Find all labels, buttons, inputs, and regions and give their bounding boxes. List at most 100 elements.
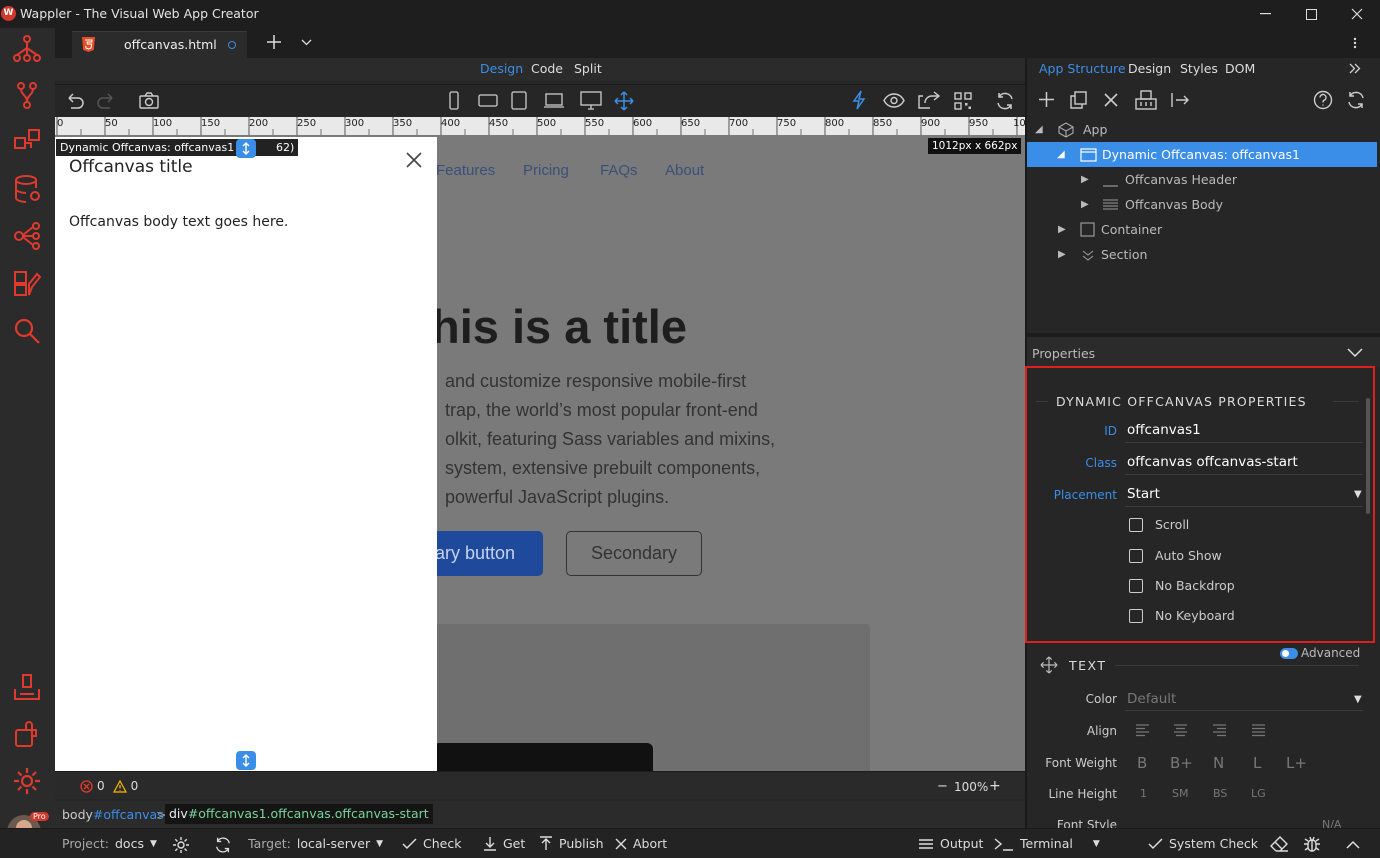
abort-button[interactable]: Abort xyxy=(615,836,667,851)
refresh-structure-icon[interactable] xyxy=(1346,90,1366,110)
screenshot-icon[interactable] xyxy=(139,92,159,109)
secondary-button[interactable]: Secondary xyxy=(566,531,702,576)
duplicate-icon[interactable] xyxy=(1070,91,1087,109)
desktop-view-icon[interactable] xyxy=(580,91,602,110)
offcanvas-panel[interactable]: Offcanvas title Offcanvas body text goes… xyxy=(55,137,437,771)
project-selector[interactable]: Project: docs ▼ xyxy=(62,836,157,851)
align-center-icon[interactable] xyxy=(1173,724,1188,737)
auto-show-checkbox[interactable]: Auto Show xyxy=(1129,548,1222,563)
chevron-down-icon[interactable]: ▼ xyxy=(1354,694,1362,705)
expand-arrow-icon[interactable]: ▶ xyxy=(1058,224,1072,235)
mobile-landscape-icon[interactable] xyxy=(478,93,498,108)
dynamic-events-icon[interactable] xyxy=(852,90,866,110)
mode-split[interactable]: Split xyxy=(574,61,602,76)
tree-item-offcanvas-header[interactable]: ▶ Offcanvas Header xyxy=(1027,167,1377,192)
output-button[interactable]: Output xyxy=(918,836,983,851)
close-window-button[interactable] xyxy=(1334,0,1380,28)
align-justify-icon[interactable] xyxy=(1251,724,1266,737)
undo-icon[interactable] xyxy=(64,91,84,109)
routing-icon[interactable] xyxy=(8,122,46,160)
chevron-down-icon[interactable]: ▼ xyxy=(1354,489,1362,500)
weight-lighter[interactable]: L+ xyxy=(1286,754,1307,772)
tree-item-section[interactable]: ▶ Section xyxy=(1027,242,1377,267)
target-selector[interactable]: Target: local-server ▼ xyxy=(248,836,383,851)
terminal-button[interactable]: Terminal ▼ xyxy=(994,836,1100,851)
tab-styles[interactable]: Styles xyxy=(1180,61,1218,76)
tree-item-offcanvas-body[interactable]: ▶ Offcanvas Body xyxy=(1027,192,1377,217)
no-keyboard-checkbox[interactable]: No Keyboard xyxy=(1129,608,1235,623)
nav-link-about[interactable]: About xyxy=(665,162,704,179)
tab-list-chevron-icon[interactable] xyxy=(301,39,312,46)
tree-item-offcanvas[interactable]: ◢ Dynamic Offcanvas: offcanvas1 xyxy=(1027,142,1377,167)
expand-toggle-icon[interactable]: ◢ xyxy=(1035,124,1049,135)
tab-design[interactable]: Design xyxy=(1128,61,1171,76)
scrollbar-thumb[interactable] xyxy=(1366,398,1370,514)
settings-icon[interactable] xyxy=(8,762,46,800)
weight-bolder[interactable]: B+ xyxy=(1170,754,1193,772)
bug-icon[interactable] xyxy=(1303,835,1321,853)
redo-icon[interactable] xyxy=(97,91,117,109)
nav-link-features[interactable]: Features xyxy=(436,162,495,179)
api-icon[interactable] xyxy=(8,216,46,254)
mode-design[interactable]: Design xyxy=(480,61,523,76)
scroll-checkbox[interactable]: Scroll xyxy=(1129,517,1189,532)
project-settings-icon[interactable] xyxy=(172,836,190,854)
full-width-icon[interactable] xyxy=(614,91,634,111)
tablet-view-icon[interactable] xyxy=(510,91,528,110)
advanced-toggle[interactable] xyxy=(1280,648,1298,659)
zoom-in-button[interactable]: + xyxy=(989,778,1001,794)
move-element-icon[interactable] xyxy=(1171,92,1189,108)
expand-toggle-icon[interactable]: ◢ xyxy=(1057,149,1071,160)
expand-arrow-icon[interactable]: ▶ xyxy=(1081,199,1095,210)
nav-link-pricing[interactable]: Pricing xyxy=(523,162,569,179)
new-tab-button[interactable] xyxy=(266,34,282,50)
git-icon[interactable] xyxy=(8,76,46,114)
checkbox[interactable] xyxy=(1129,517,1143,532)
help-icon[interactable] xyxy=(1313,90,1333,110)
publish-button[interactable]: Publish xyxy=(539,836,604,851)
breadcrumb-current[interactable]: div#offcanvas1.offcanvas.offcanvas-start xyxy=(165,804,433,824)
tree-item-app[interactable]: ◢ App xyxy=(1027,117,1377,142)
expand-arrow-icon[interactable]: ▶ xyxy=(1081,174,1095,185)
qr-code-icon[interactable] xyxy=(954,92,972,110)
checkbox[interactable] xyxy=(1129,608,1143,623)
placement-select[interactable]: Start xyxy=(1127,486,1160,502)
refresh-icon[interactable] xyxy=(995,91,1015,111)
mode-code[interactable]: Code xyxy=(531,61,563,76)
class-field[interactable]: offcanvas offcanvas-start xyxy=(1127,454,1298,470)
get-button[interactable]: Get xyxy=(483,836,525,851)
extensions-icon[interactable] xyxy=(8,716,46,754)
resize-handle-top-icon[interactable] xyxy=(236,139,256,158)
breadcrumb-body[interactable]: body#offcanvas xyxy=(62,807,164,822)
app-structure-icon[interactable] xyxy=(8,30,46,68)
close-icon[interactable] xyxy=(405,151,423,169)
open-browser-icon[interactable] xyxy=(918,91,940,109)
nav-link-faqs[interactable]: FAQs xyxy=(600,162,638,179)
align-right-icon[interactable] xyxy=(1212,724,1227,737)
eraser-icon[interactable] xyxy=(1270,836,1289,852)
weight-normal[interactable]: N xyxy=(1213,754,1224,772)
check-button[interactable]: Check xyxy=(402,836,461,851)
align-left-icon[interactable] xyxy=(1135,724,1150,737)
chevron-down-icon[interactable] xyxy=(1347,348,1363,358)
wrap-element-icon[interactable] xyxy=(1135,90,1157,110)
line-height-lg[interactable]: LG xyxy=(1251,787,1266,800)
tab-app-structure[interactable]: App Structure xyxy=(1039,61,1126,76)
chevron-up-icon[interactable] xyxy=(1346,840,1360,849)
sync-icon[interactable] xyxy=(214,836,232,854)
checkbox[interactable] xyxy=(1129,578,1143,593)
design-icon[interactable] xyxy=(8,264,46,302)
laptop-view-icon[interactable] xyxy=(543,92,565,109)
weight-light[interactable]: L xyxy=(1253,754,1261,772)
search-icon[interactable] xyxy=(8,312,46,350)
font-style-na[interactable]: N/A xyxy=(1322,818,1341,828)
system-check-button[interactable]: System Check xyxy=(1148,836,1258,851)
color-select[interactable]: Default xyxy=(1127,691,1176,707)
tree-item-container[interactable]: ▶ Container xyxy=(1027,217,1377,242)
line-height-sm[interactable]: SM xyxy=(1172,787,1188,800)
resize-handle-bottom-icon[interactable] xyxy=(236,751,256,770)
weight-bold[interactable]: B xyxy=(1137,754,1147,772)
collapse-panel-icon[interactable] xyxy=(1349,63,1361,74)
expand-arrow-icon[interactable]: ▶ xyxy=(1058,249,1072,260)
zoom-out-button[interactable]: − xyxy=(937,779,948,794)
